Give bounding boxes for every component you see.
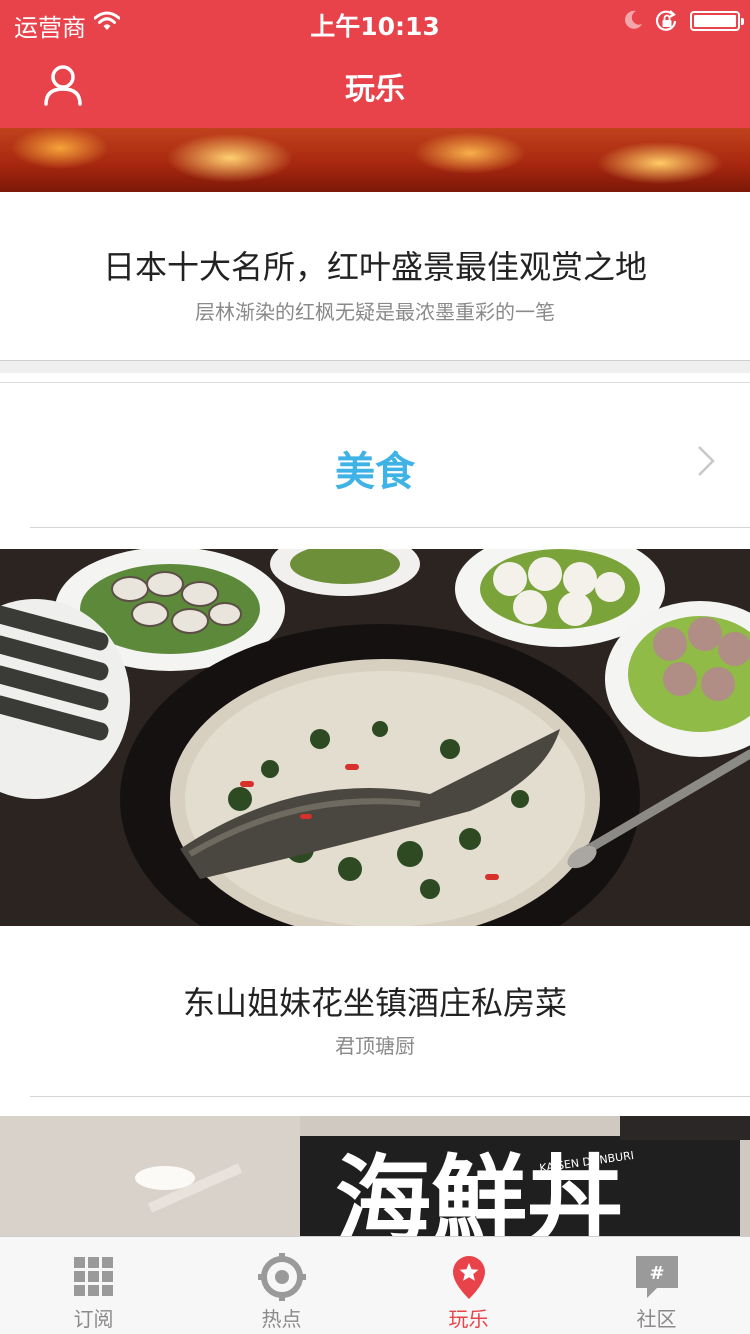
feed[interactable]: 日本十大名所，红叶盛景最佳观赏之地 层林渐染的红枫无疑是最浓墨重彩的一笔 美食 <box>0 128 750 1236</box>
chevron-right-icon[interactable] <box>694 443 718 479</box>
tab-community[interactable]: # 社区 <box>563 1237 750 1334</box>
article-card[interactable]: 日本十大名所，红叶盛景最佳观赏之地 层林渐染的红枫无疑是最浓墨重彩的一笔 <box>0 192 750 362</box>
tab-play[interactable]: 玩乐 <box>375 1237 562 1334</box>
section-gap <box>0 361 750 373</box>
svg-text:#: # <box>649 1263 664 1284</box>
tab-label: 玩乐 <box>448 1307 489 1331</box>
article-title: 日本十大名所，红叶盛景最佳观赏之地 <box>102 248 647 286</box>
tab-label: 社区 <box>636 1307 677 1331</box>
grid-icon <box>70 1253 118 1301</box>
article-cover-shop[interactable]: 海鮮丼 KAISEN DONBURI <box>0 1116 750 1236</box>
article-cover-autumn[interactable] <box>0 128 750 192</box>
tab-subscribe[interactable]: 订阅 <box>0 1237 187 1334</box>
tab-bar: 订阅 热点 玩乐 # 社区 <box>0 1236 750 1334</box>
section-title: 美食 <box>335 449 415 495</box>
target-icon <box>257 1253 306 1301</box>
divider <box>30 527 750 528</box>
article-subtitle: 层林渐染的红枫无疑是最浓墨重彩的一笔 <box>195 300 555 324</box>
battery-icon <box>690 11 744 31</box>
status-bar: 运营商 上午10:13 <box>0 0 750 42</box>
tab-hot[interactable]: 热点 <box>188 1237 375 1334</box>
tab-label: 订阅 <box>73 1307 114 1331</box>
page-title: 玩乐 <box>345 72 405 107</box>
moon-icon <box>622 9 644 35</box>
article-subtitle: 君顶瑭厨 <box>335 1034 415 1058</box>
hash-bubble-icon: # <box>633 1253 681 1301</box>
section-header-food[interactable]: 美食 <box>0 383 750 529</box>
tab-label: 热点 <box>261 1307 302 1331</box>
divider <box>30 1096 750 1097</box>
article-title: 东山姐妹花坐镇酒庄私房菜 <box>182 984 567 1022</box>
nav-bar: 玩乐 <box>0 42 750 128</box>
star-pin-icon <box>445 1253 493 1301</box>
article-card[interactable]: 东山姐妹花坐镇酒庄私房菜 君顶瑭厨 <box>0 926 750 1096</box>
article-cover-food[interactable] <box>0 549 750 926</box>
rotation-lock-icon <box>654 9 680 37</box>
